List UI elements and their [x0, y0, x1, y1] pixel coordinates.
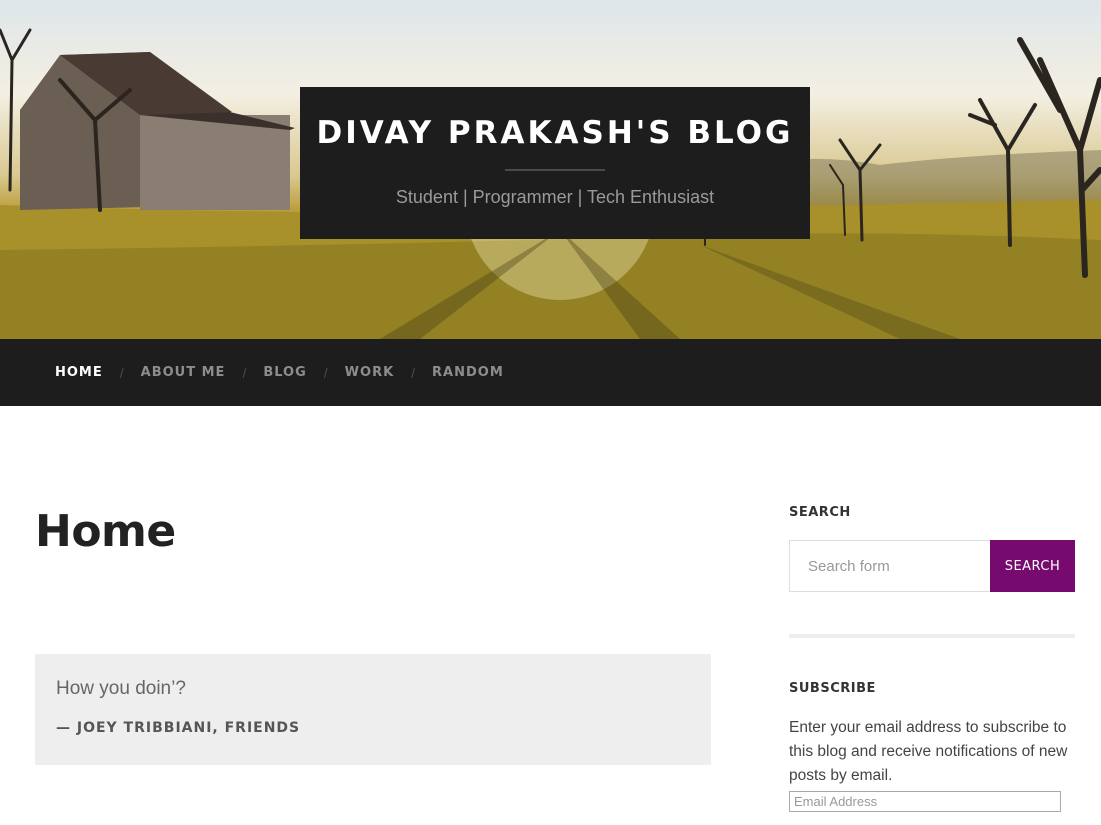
nav-item-work[interactable]: WORK — [345, 365, 394, 380]
title-divider — [505, 169, 605, 171]
nav-separator: / — [119, 364, 124, 381]
nav-separator: / — [323, 364, 328, 381]
search-button[interactable]: SEARCH — [990, 540, 1075, 592]
search-input[interactable] — [789, 540, 991, 592]
subscribe-description: Enter your email address to subscribe to… — [789, 719, 1068, 784]
site-title[interactable]: DIVAY PRAKASH'S BLOG — [300, 115, 810, 151]
quote-citation: — JOEY TRIBBIANI, FRIENDS — [56, 720, 301, 736]
subscribe-widget-title: SUBSCRIBE — [789, 681, 876, 696]
page-title: Home — [35, 506, 176, 557]
nav-separator: / — [411, 364, 416, 381]
nav-separator: / — [242, 364, 247, 381]
nav-item-about-me[interactable]: ABOUT ME — [141, 365, 226, 380]
main-navigation: HOME / ABOUT ME / BLOG / WORK / RANDOM — [0, 339, 1101, 406]
site-branding: DIVAY PRAKASH'S BLOG Student | Programme… — [300, 87, 810, 239]
site-tagline: Student | Programmer | Tech Enthusiast — [395, 187, 715, 207]
widget-divider — [789, 634, 1075, 638]
nav-item-home[interactable]: HOME — [55, 365, 103, 380]
quote-text: How you doin’? — [56, 678, 186, 699]
search-widget-title: SEARCH — [789, 505, 851, 520]
email-field[interactable] — [789, 791, 1061, 812]
quote-block: How you doin’? — JOEY TRIBBIANI, FRIENDS — [35, 654, 711, 765]
nav-item-random[interactable]: RANDOM — [432, 365, 504, 380]
nav-item-blog[interactable]: BLOG — [263, 365, 306, 380]
header-banner: DIVAY PRAKASH'S BLOG Student | Programme… — [0, 0, 1101, 339]
